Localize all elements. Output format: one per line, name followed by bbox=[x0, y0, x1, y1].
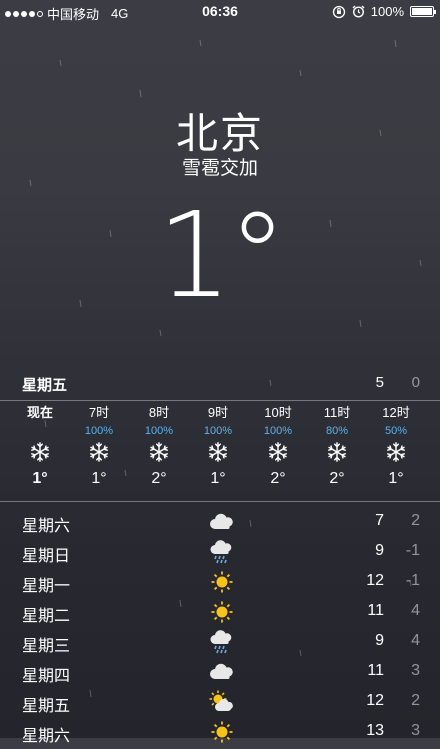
day-low: 4 bbox=[411, 632, 420, 649]
hour-temperature: 2° bbox=[270, 470, 286, 487]
hour-label: 现在 bbox=[26, 405, 53, 420]
hour-label: 8时 bbox=[148, 405, 170, 420]
hourly-item: 现在 1° bbox=[10, 402, 70, 490]
daily-row: 星期一 12 -1 bbox=[0, 567, 440, 597]
hourly-item: 11时 80% 2° bbox=[307, 402, 367, 490]
snow-icon bbox=[69, 438, 129, 468]
daily-forecast[interactable]: 星期六 7 2 星期日 9 -1 星期一 12 -1 星期二 11 4 星期三 9 4 星期四 11 3 星期五 12… bbox=[0, 507, 440, 747]
daily-row: 星期日 9 -1 bbox=[0, 537, 440, 567]
status-bar: 中国移动 4G 06:36 100% bbox=[0, 0, 440, 24]
battery-percent: 100% bbox=[370, 4, 404, 19]
battery-icon bbox=[410, 6, 436, 17]
hour-temperature: 1° bbox=[388, 470, 404, 487]
hour-temperature: 1° bbox=[32, 470, 48, 487]
precip-chance: 100% bbox=[84, 425, 114, 437]
snow-icon bbox=[188, 438, 248, 468]
hourly-forecast[interactable]: 现在 1° 7时 100% 1° 8时 100% 2° 9时 100% 1° 10时 100% 2° 11时… bbox=[0, 402, 440, 500]
day-name: 星期日 bbox=[22, 548, 71, 565]
precip-chance: 100% bbox=[144, 425, 174, 437]
hourly-item: 12时 50% 1° bbox=[366, 402, 426, 490]
rain-cloud-icon bbox=[208, 630, 236, 654]
day-high: 7 bbox=[375, 512, 384, 529]
day-high: 9 bbox=[375, 542, 384, 559]
day-high: 12 bbox=[366, 572, 384, 589]
daily-row: 星期二 11 4 bbox=[0, 597, 440, 627]
day-low: 2 bbox=[411, 512, 420, 529]
daily-row: 星期三 9 4 bbox=[0, 627, 440, 657]
cloud-icon bbox=[208, 660, 236, 684]
precip-chance: 50% bbox=[384, 425, 408, 437]
sun-icon bbox=[208, 570, 236, 594]
day-low: -1 bbox=[405, 542, 420, 559]
day-name: 星期三 bbox=[22, 638, 71, 655]
daily-row: 星期四 11 3 bbox=[0, 657, 440, 687]
day-name: 星期五 bbox=[22, 698, 71, 715]
hour-label: 7时 bbox=[88, 405, 110, 420]
day-high: 12 bbox=[366, 692, 384, 709]
daily-row: 星期六 7 2 bbox=[0, 507, 440, 537]
day-name: 星期六 bbox=[22, 518, 71, 535]
day-name: 星期一 bbox=[22, 578, 71, 595]
precip-chance: 80% bbox=[325, 425, 349, 437]
hourly-item: 8时 100% 2° bbox=[129, 402, 189, 490]
today-summary: 星期五 5 0 bbox=[0, 374, 440, 398]
hour-label: 12时 bbox=[382, 405, 410, 420]
day-high: 11 bbox=[367, 662, 384, 679]
alarm-icon bbox=[352, 5, 365, 18]
today-high: 5 bbox=[375, 374, 384, 391]
partly-cloudy-icon bbox=[208, 690, 236, 714]
today-low: 0 bbox=[411, 374, 420, 391]
hourly-item: 9时 100% 1° bbox=[188, 402, 248, 490]
snow-icon bbox=[307, 438, 367, 468]
day-high: 13 bbox=[366, 722, 384, 739]
divider bbox=[0, 400, 440, 401]
precip-chance bbox=[10, 424, 70, 438]
divider bbox=[0, 501, 440, 502]
hourly-item: 7时 100% 1° bbox=[69, 402, 129, 490]
precip-chance: 100% bbox=[203, 425, 233, 437]
snow-icon bbox=[10, 438, 70, 468]
hour-temperature: 1° bbox=[210, 470, 226, 487]
current-temperature: 1° bbox=[156, 186, 287, 324]
day-name: 星期四 bbox=[22, 668, 71, 685]
hour-temperature: 1° bbox=[91, 470, 107, 487]
day-high: 11 bbox=[367, 602, 384, 619]
day-low: -1 bbox=[405, 572, 420, 589]
today-day: 星期五 bbox=[22, 377, 68, 394]
hour-label: 11时 bbox=[323, 405, 351, 420]
hour-temperature: 2° bbox=[329, 470, 345, 487]
sun-icon bbox=[208, 720, 236, 744]
sun-icon bbox=[208, 600, 236, 624]
hour-temperature: 2° bbox=[151, 470, 167, 487]
hourly-item: 10时 100% 2° bbox=[248, 402, 308, 490]
rain-cloud-icon bbox=[208, 540, 236, 564]
hour-label: 9时 bbox=[207, 405, 229, 420]
cloud-icon bbox=[208, 510, 236, 534]
snow-icon bbox=[366, 438, 426, 468]
hour-label: 10时 bbox=[264, 405, 292, 420]
day-name: 星期六 bbox=[22, 728, 71, 745]
day-low: 4 bbox=[411, 602, 420, 619]
status-right: 100% bbox=[332, 4, 436, 19]
snow-icon bbox=[248, 438, 308, 468]
weather-condition: 雪雹交加 bbox=[181, 158, 258, 179]
snow-icon bbox=[129, 438, 189, 468]
day-low: 3 bbox=[411, 662, 420, 679]
daily-row: 星期六 13 3 bbox=[0, 717, 440, 747]
city-name: 北京 bbox=[175, 110, 264, 157]
precip-chance: 100% bbox=[263, 425, 293, 437]
day-low: 3 bbox=[411, 722, 420, 739]
orientation-lock-icon bbox=[332, 5, 345, 18]
day-low: 2 bbox=[411, 692, 420, 709]
day-high: 9 bbox=[375, 632, 384, 649]
daily-row: 星期五 12 2 bbox=[0, 687, 440, 717]
day-name: 星期二 bbox=[22, 608, 71, 625]
